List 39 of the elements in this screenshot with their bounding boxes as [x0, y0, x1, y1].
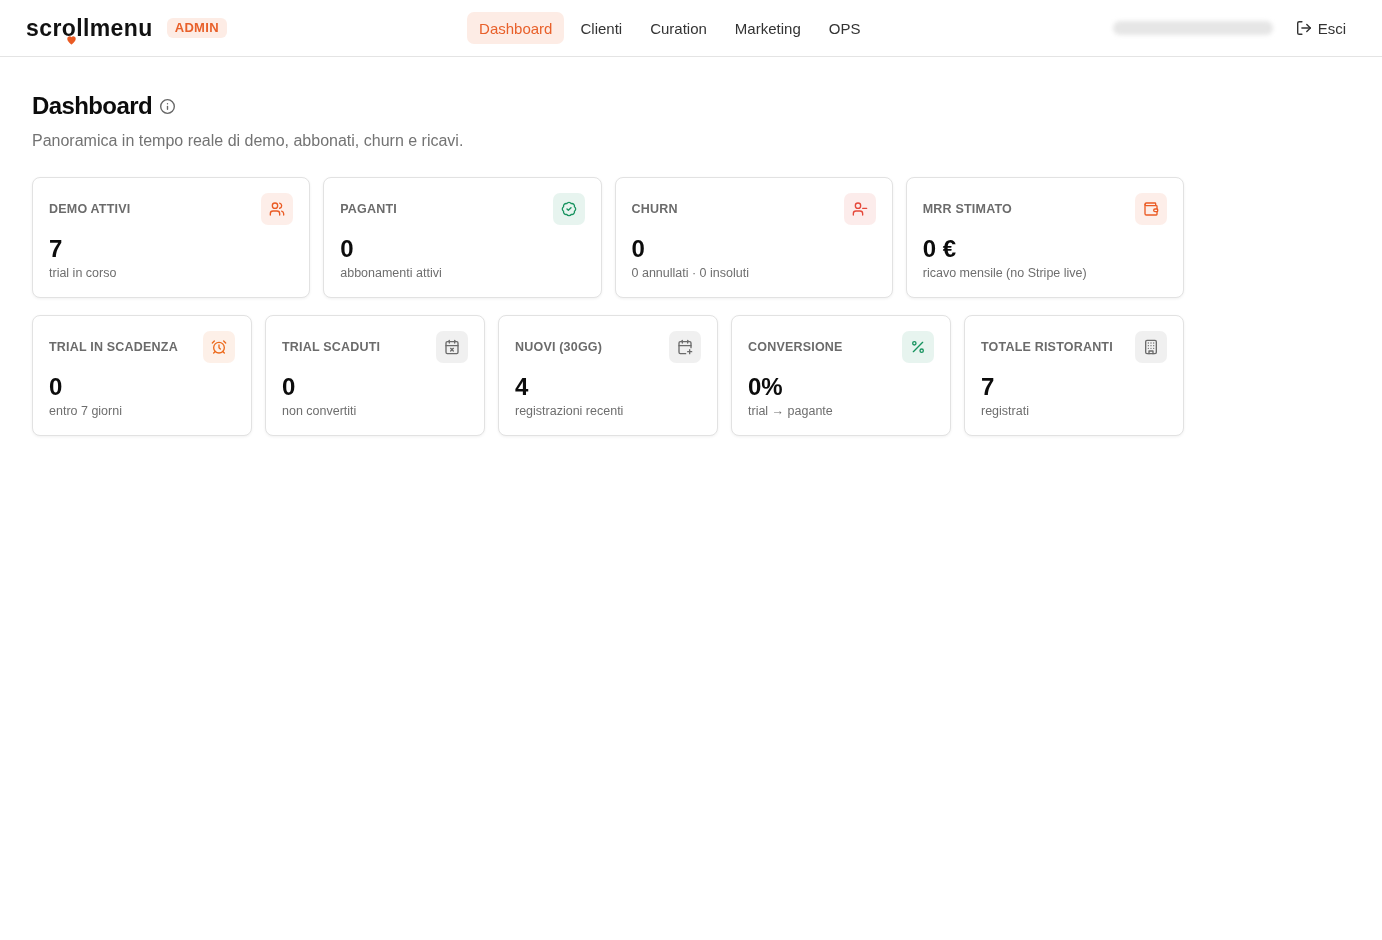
- logout-button[interactable]: Esci: [1296, 19, 1346, 37]
- info-icon[interactable]: [159, 99, 175, 114]
- stat-label: TOTALE RISTORANTI: [981, 340, 1113, 354]
- stat-caption: trial → pagante: [748, 403, 834, 420]
- nav-tab[interactable]: Marketing: [722, 12, 813, 44]
- heart-icon: [67, 36, 76, 45]
- stat-caption: entro 7 giorni: [49, 403, 123, 420]
- nav-tab[interactable]: Clienti: [568, 12, 635, 44]
- role-badge: ADMIN: [166, 18, 227, 38]
- page-subtitle: Panoramica in tempo reale di demo, abbonati, churn e ricavi.: [32, 131, 465, 151]
- stat-label: NUOVI (30GG): [515, 340, 603, 354]
- stat-value: 7: [981, 372, 996, 402]
- nav-tab[interactable]: Curation: [638, 12, 719, 44]
- page-title: Dashboard: [32, 91, 152, 121]
- stat-label: CHURN: [631, 202, 678, 216]
- stat-value: 0: [49, 372, 64, 402]
- stat-label: CONVERSIONE: [748, 340, 843, 354]
- logout-icon: [1296, 21, 1311, 35]
- stat-label: DEMO ATTIVI: [49, 202, 131, 216]
- stat-caption: 0 annullati · 0 insoluti: [631, 265, 750, 282]
- stat-caption: registrazioni recenti: [515, 403, 625, 420]
- logo[interactable]: scrollmenu: [26, 14, 153, 42]
- stat-value: 4: [515, 372, 530, 402]
- stat-value: 0: [340, 234, 355, 264]
- stat-value: 7: [49, 234, 64, 264]
- stat-caption: abbonamenti attivi: [340, 265, 443, 282]
- stat-label: TRIAL SCADUTI: [282, 340, 381, 354]
- stat-caption: non convertiti: [282, 403, 358, 420]
- stat-caption: trial in corso: [49, 265, 118, 282]
- stat-value: 0: [631, 234, 646, 264]
- stat-value: 0: [282, 372, 297, 402]
- stat-label: PAGANTI: [340, 202, 397, 216]
- stat-caption: ricavo mensile (no Stripe live): [922, 265, 1088, 282]
- stat-caption: registrati: [981, 403, 1030, 420]
- stat-value: 0%: [748, 372, 784, 402]
- stat-label: TRIAL IN SCADENZA: [49, 340, 178, 354]
- stat-value: 0 €: [922, 234, 958, 264]
- stat-label: MRR STIMATO: [922, 202, 1012, 216]
- nav-tab[interactable]: OPS: [816, 12, 873, 44]
